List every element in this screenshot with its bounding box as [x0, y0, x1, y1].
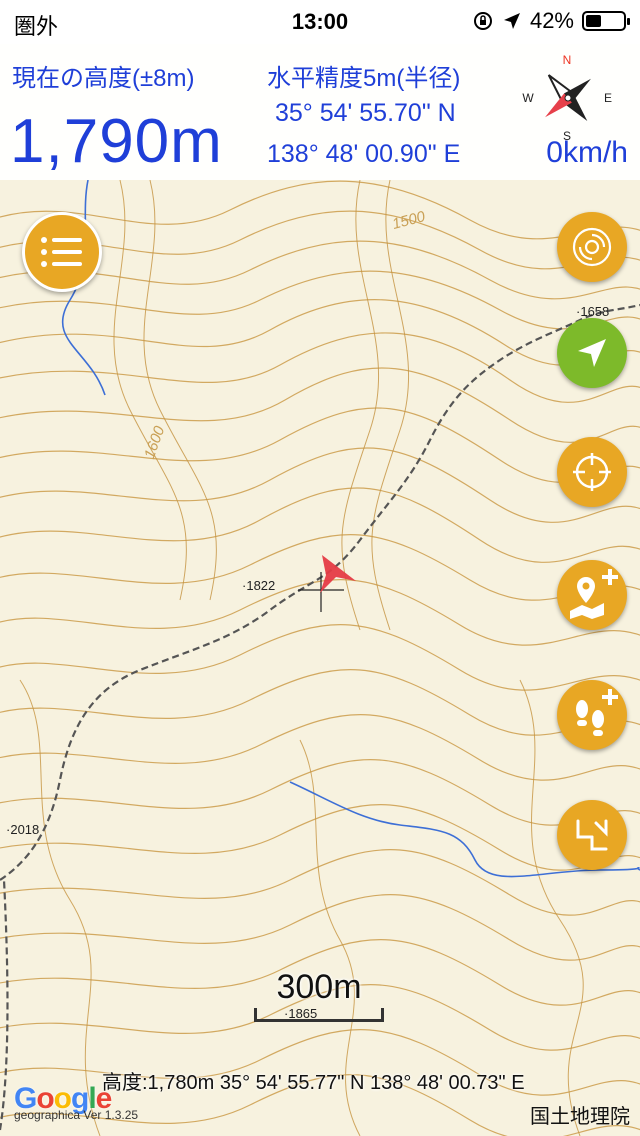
scale-bar: 300m: [254, 968, 384, 1028]
route-button[interactable]: [557, 800, 627, 870]
status-right: 42%: [472, 8, 630, 34]
swirl-icon: [572, 227, 612, 267]
accuracy-label: 水平精度5m(半径): [267, 65, 461, 92]
latitude-value: 35° 54' 55.70" N: [275, 99, 456, 127]
altitude-value: 1,790m: [10, 107, 223, 176]
spot-height-1822: ·1822: [242, 578, 276, 593]
compass-n: N: [563, 53, 572, 67]
locate-button[interactable]: [557, 318, 627, 388]
crosshair-target-icon: [573, 453, 611, 491]
location-arrow-icon: [503, 13, 520, 29]
menu-button[interactable]: [22, 212, 102, 292]
app-version: geographica Ver 1.3.25: [14, 1108, 139, 1122]
battery-icon: [582, 11, 630, 31]
add-footprints-icon: [576, 689, 618, 736]
altitude-label: 現在の高度(±8m): [12, 65, 195, 92]
navigation-arrow-icon: [578, 339, 606, 367]
add-track-button[interactable]: [557, 680, 627, 750]
scale-label: 300m: [276, 968, 362, 1006]
bottom-position-info: 高度:1,780m 35° 54' 55.77" N 138° 48' 00.7…: [102, 1072, 525, 1094]
compass-s: S: [563, 129, 571, 142]
longitude-value: 138° 48' 00.90" E: [267, 140, 461, 168]
spot-height-1658: ·1658: [576, 304, 610, 319]
status-bar: 圏外 13:00 42%: [0, 0, 640, 44]
compass-w: W: [522, 91, 534, 105]
target-button[interactable]: [557, 437, 627, 507]
map-attribution: 国土地理院: [530, 1106, 630, 1128]
location-header: 現在の高度(±8m) 1,790m 水平精度5m(半径) 35° 54' 55.…: [0, 44, 640, 180]
current-location-arrow-icon: [320, 555, 356, 593]
compass-icon[interactable]: N S E W: [518, 50, 618, 142]
add-marker-icon: [570, 569, 618, 619]
orientation-lock-icon: [473, 12, 492, 30]
spot-height-2018: ·2018: [6, 822, 40, 837]
swirl-button[interactable]: [557, 212, 627, 282]
menu-list-icon: [41, 237, 82, 267]
compass-e: E: [604, 91, 612, 105]
route-icon: [576, 819, 608, 851]
scale-bar-line: [254, 1008, 384, 1022]
battery-percent: 42%: [529, 8, 574, 33]
add-marker-button[interactable]: [557, 560, 627, 630]
